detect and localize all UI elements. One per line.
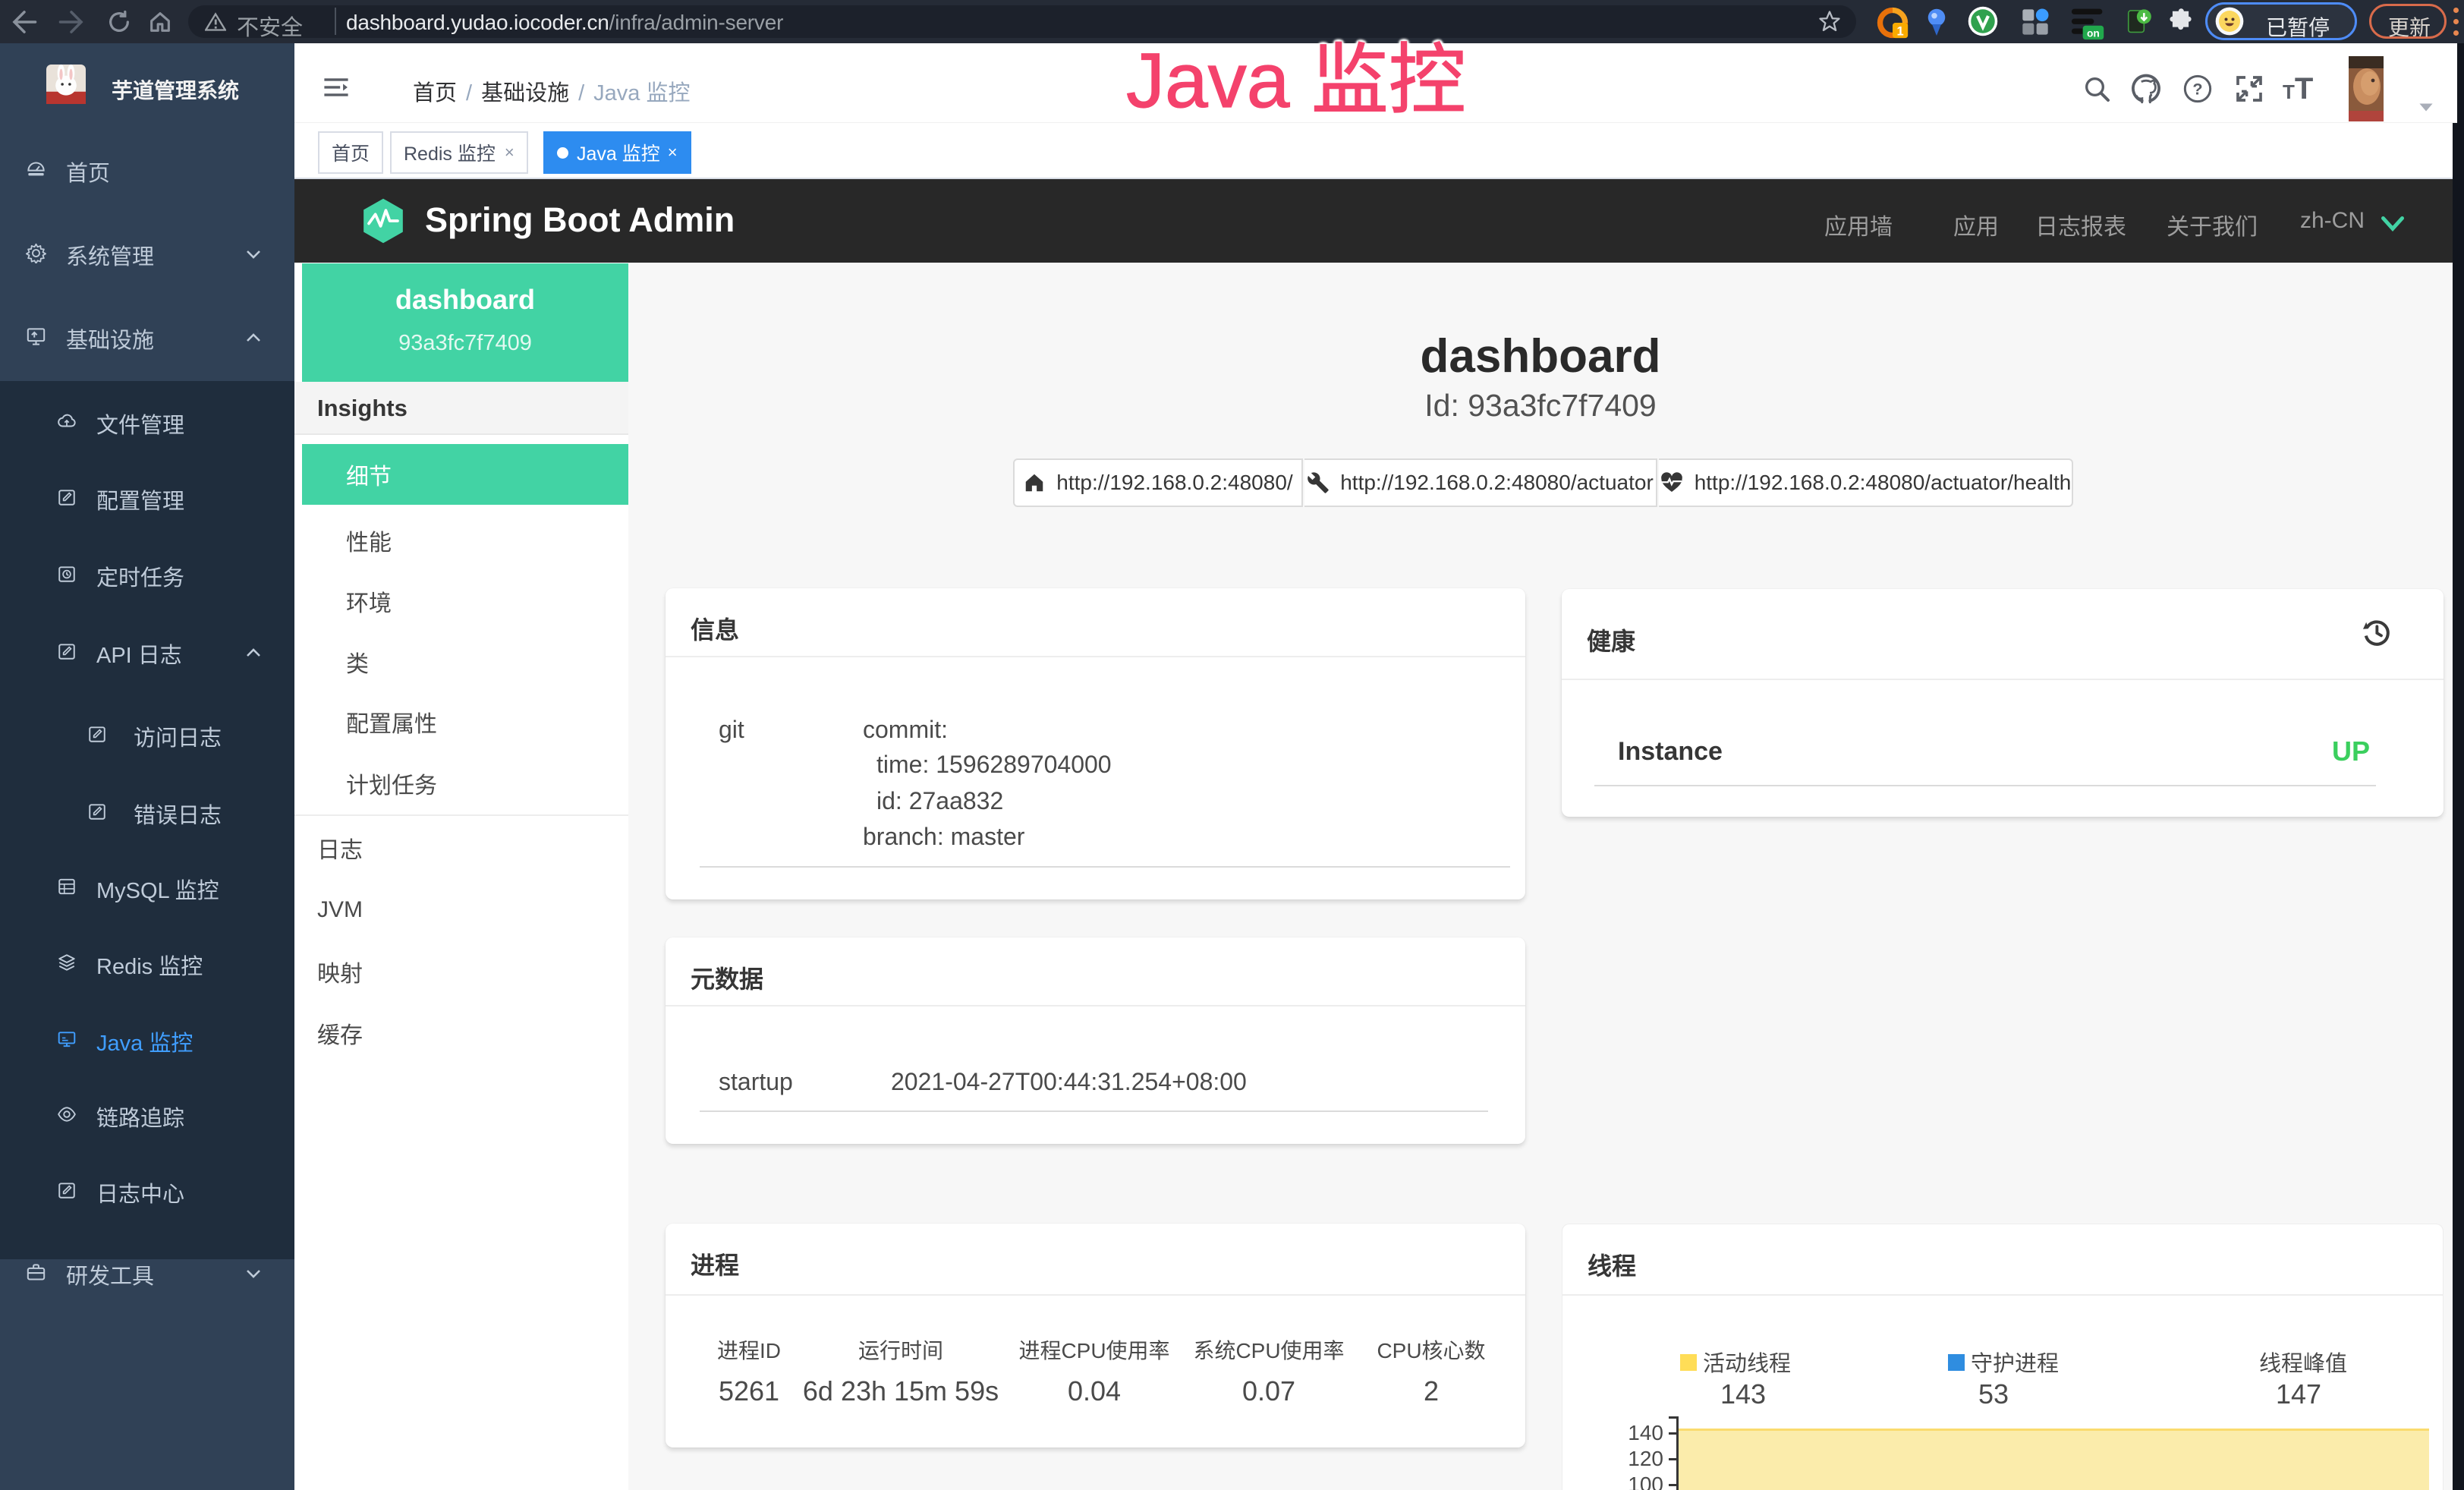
svg-text:?: ? xyxy=(2192,80,2202,99)
svg-text:1: 1 xyxy=(1896,25,1903,39)
svg-text:on: on xyxy=(2087,27,2100,39)
